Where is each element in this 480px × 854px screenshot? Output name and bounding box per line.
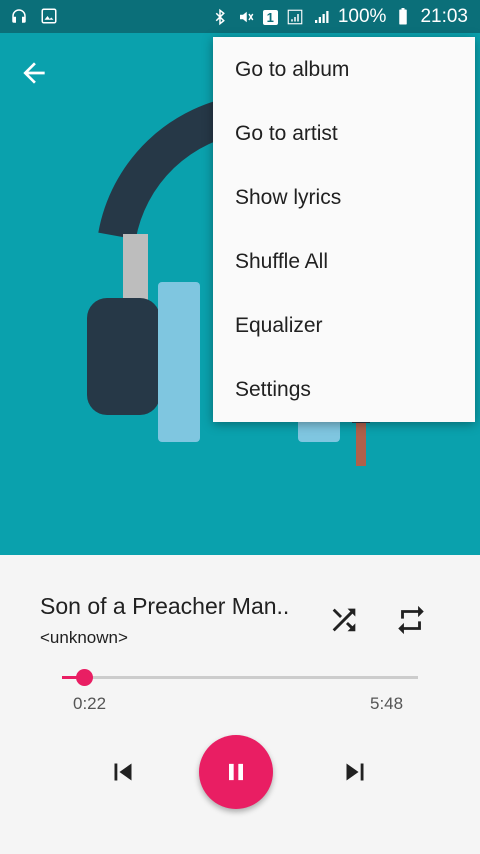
skip-next-icon[interactable] (338, 755, 372, 789)
seek-bar[interactable] (62, 669, 418, 686)
clock: 21:03 (420, 6, 468, 27)
artist-name: <unknown> (40, 628, 128, 647)
menu-item-go-to-album[interactable]: Go to album (213, 38, 475, 102)
sim-slot-badge: 1 (262, 9, 278, 25)
headphones-notification-icon (12, 9, 26, 23)
repeat-icon[interactable] (394, 603, 428, 637)
menu-item-shuffle-all[interactable]: Shuffle All (213, 230, 475, 294)
menu-item-settings[interactable]: Settings (213, 358, 475, 422)
battery-icon (399, 8, 408, 25)
shuffle-icon[interactable] (327, 603, 361, 637)
player-panel: Son of a Preacher Man.. <unknown> 0:22 5… (0, 555, 480, 854)
back-arrow-icon[interactable] (18, 57, 50, 89)
song-title: Son of a Preacher Man.. (40, 593, 290, 619)
elapsed-time: 0:22 (73, 694, 107, 713)
skip-previous-icon[interactable] (106, 755, 140, 789)
mute-icon (239, 11, 253, 23)
menu-item-equalizer[interactable]: Equalizer (213, 294, 475, 358)
menu-item-show-lyrics[interactable]: Show lyrics (213, 166, 475, 230)
image-notification-icon (41, 8, 57, 24)
total-duration: 5:48 (370, 694, 404, 713)
overflow-menu: Go to album Go to artist Show lyrics Shu… (213, 37, 475, 422)
menu-item-go-to-artist[interactable]: Go to artist (213, 102, 475, 166)
signal-strength-icon (314, 11, 329, 23)
battery-percent: 100% (337, 6, 387, 27)
signal-icon (287, 9, 303, 25)
seek-bar-thumb[interactable] (76, 669, 94, 686)
pause-button[interactable] (199, 735, 273, 809)
status-bar: 1 100% 21:03 (0, 0, 480, 33)
bluetooth-icon (215, 8, 225, 26)
pause-icon (229, 763, 243, 781)
